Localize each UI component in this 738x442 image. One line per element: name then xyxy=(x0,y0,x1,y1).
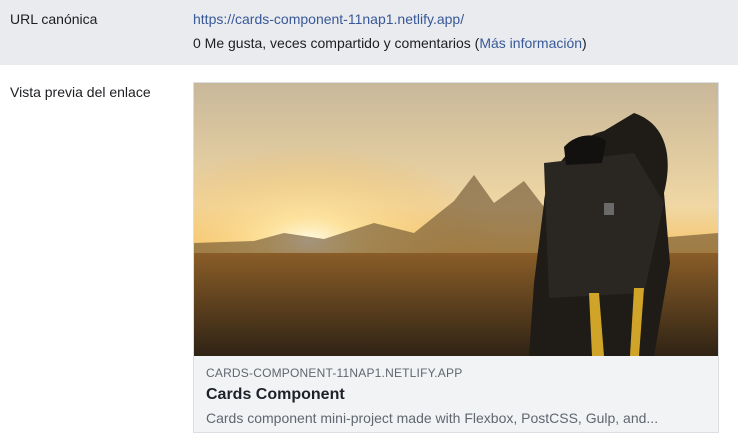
preview-image xyxy=(194,83,718,356)
engagement-suffix: ) xyxy=(582,35,587,51)
canonical-url-row xyxy=(0,0,738,65)
card-domain: CARDS-COMPONENT-11NAP1.NETLIFY.APP xyxy=(206,366,463,380)
canonical-url-link[interactable]: https://cards-component-11nap1.netlify.a… xyxy=(193,11,464,27)
link-preview-label: Vista previa del enlace xyxy=(10,84,151,100)
more-info-link[interactable]: Más información xyxy=(479,35,582,51)
card-title: Cards Component xyxy=(206,386,345,403)
card-meta: CARDS-COMPONENT-11NAP1.NETLIFY.APP Cards… xyxy=(206,366,706,426)
card-description: Cards component mini-project made with F… xyxy=(206,410,659,426)
engagement-text: 0 Me gusta, veces compartido y comentari… xyxy=(193,35,480,51)
link-preview-card[interactable]: CARDS-COMPONENT-11NAP1.NETLIFY.APP Cards… xyxy=(193,82,719,433)
canonical-url-label: URL canónica xyxy=(10,11,98,27)
engagement-stats: 0 Me gusta, veces compartido y comentari… xyxy=(193,35,587,51)
